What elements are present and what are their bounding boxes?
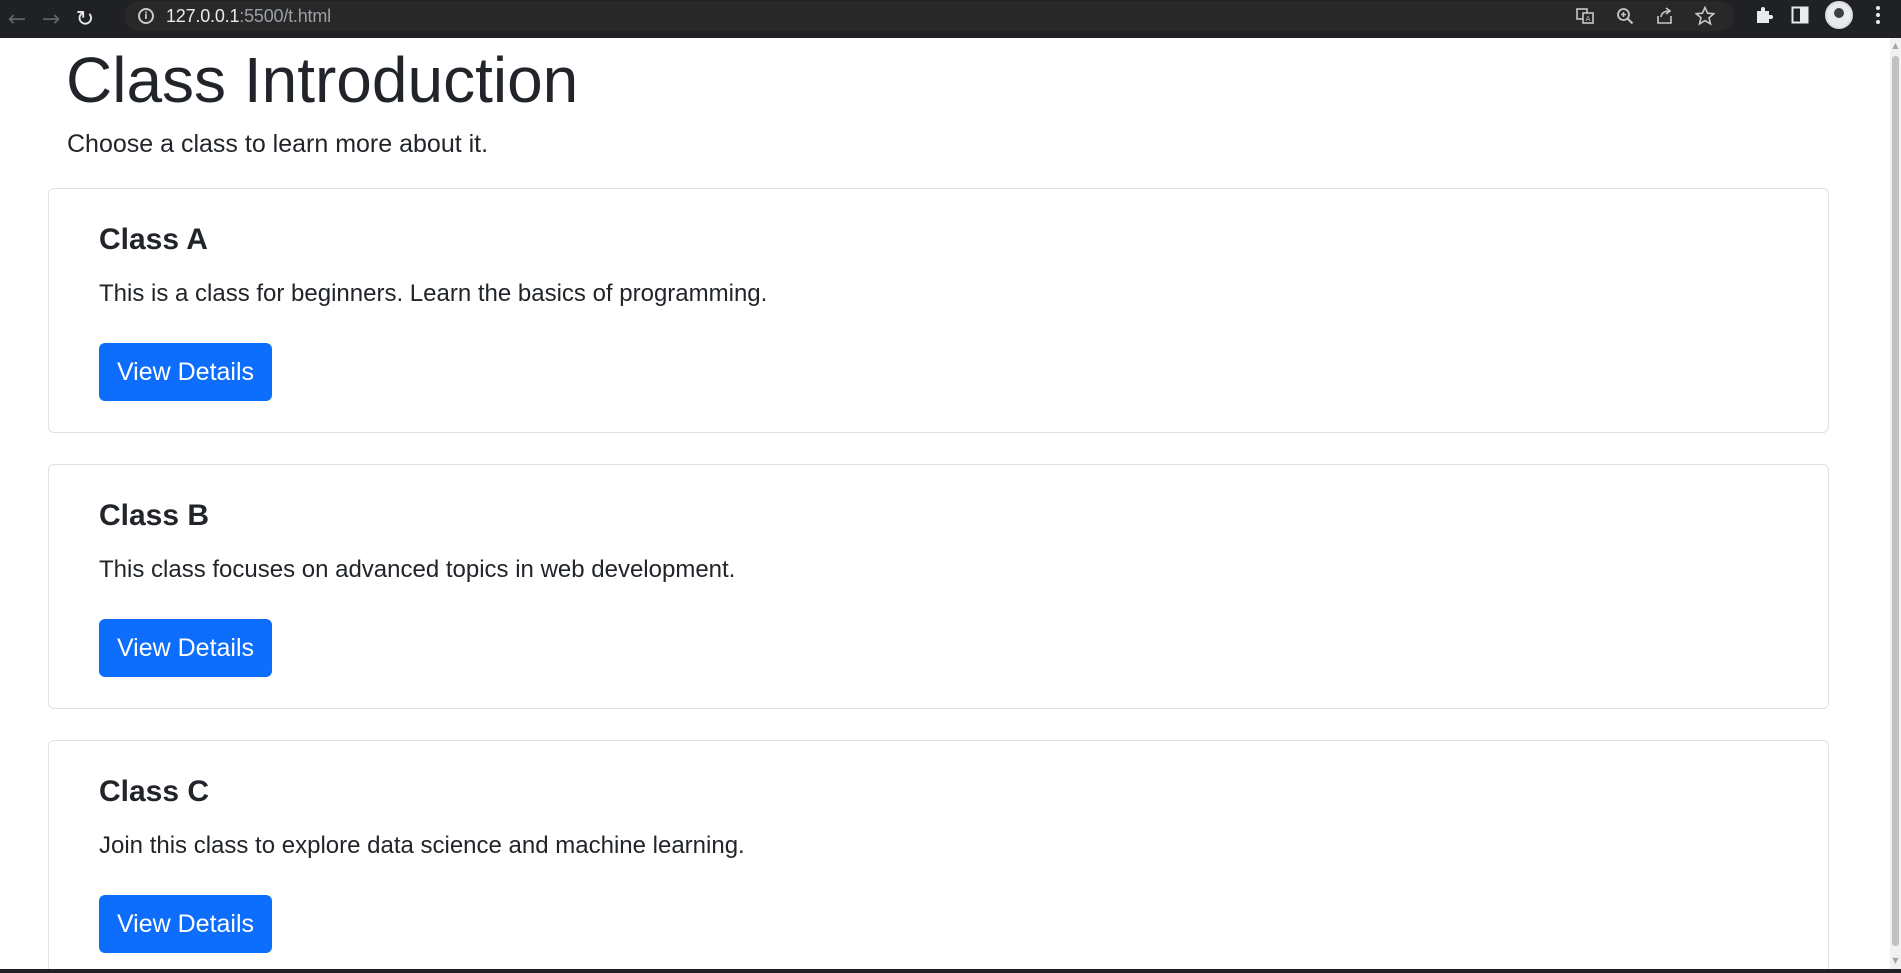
class-card-title: Class A [99,223,208,256]
class-card-title: Class B [99,499,210,532]
menu-icon[interactable] [1867,4,1889,26]
page-title: Class Introduction [66,44,579,116]
extensions-icon[interactable] [1753,4,1775,26]
reload-icon[interactable]: ↻ [68,4,102,34]
avatar-head-icon [1834,8,1844,18]
svg-text:A: A [1586,15,1591,23]
side-panel-icon[interactable] [1789,4,1811,26]
page-subtitle: Choose a class to learn more about it. [67,130,489,158]
browser-toolbar: ← → ↻ i 127.0.0.1:5500/t.html A [0,0,1901,38]
view-details-button[interactable]: View Details [99,343,272,401]
class-card-title: Class C [99,775,210,808]
forward-icon[interactable]: → [34,4,68,34]
view-details-button[interactable]: View Details [99,619,272,677]
address-bar[interactable]: i 127.0.0.1:5500/t.html A [124,1,1734,31]
share-icon[interactable] [1654,5,1676,27]
window-bottom-edge [0,969,1901,973]
class-card-description: Join this class to explore data science … [99,832,745,859]
scroll-thumb[interactable] [1892,56,1899,946]
class-card-description: This is a class for beginners. Learn the… [99,280,768,307]
address-bar-actions: A [1574,1,1716,31]
class-card-c: Class C Join this class to explore data … [48,740,1829,969]
profile-avatar[interactable] [1825,1,1853,29]
browser-actions [1753,0,1901,30]
back-icon[interactable]: ← [0,4,34,34]
url-path: :5500/t.html [239,5,331,26]
translate-icon[interactable]: A [1574,5,1596,27]
site-info-icon[interactable]: i [138,8,154,24]
zoom-icon[interactable] [1614,5,1636,27]
scroll-down-icon[interactable]: ▼ [1891,955,1900,967]
class-card-description: This class focuses on advanced topics in… [99,556,736,583]
class-card-b: Class B This class focuses on advanced t… [48,464,1829,709]
class-card-a: Class A This is a class for beginners. L… [48,188,1829,433]
url-host: 127.0.0.1 [166,5,240,26]
scroll-up-icon[interactable]: ▲ [1891,40,1900,52]
bookmark-star-icon[interactable] [1694,5,1716,27]
vertical-scrollbar[interactable]: ▲ ▼ [1890,38,1901,969]
view-details-button[interactable]: View Details [99,895,272,953]
url-text[interactable]: 127.0.0.1:5500/t.html [166,6,331,27]
page-content: Class Introduction Choose a class to lea… [0,38,1890,969]
